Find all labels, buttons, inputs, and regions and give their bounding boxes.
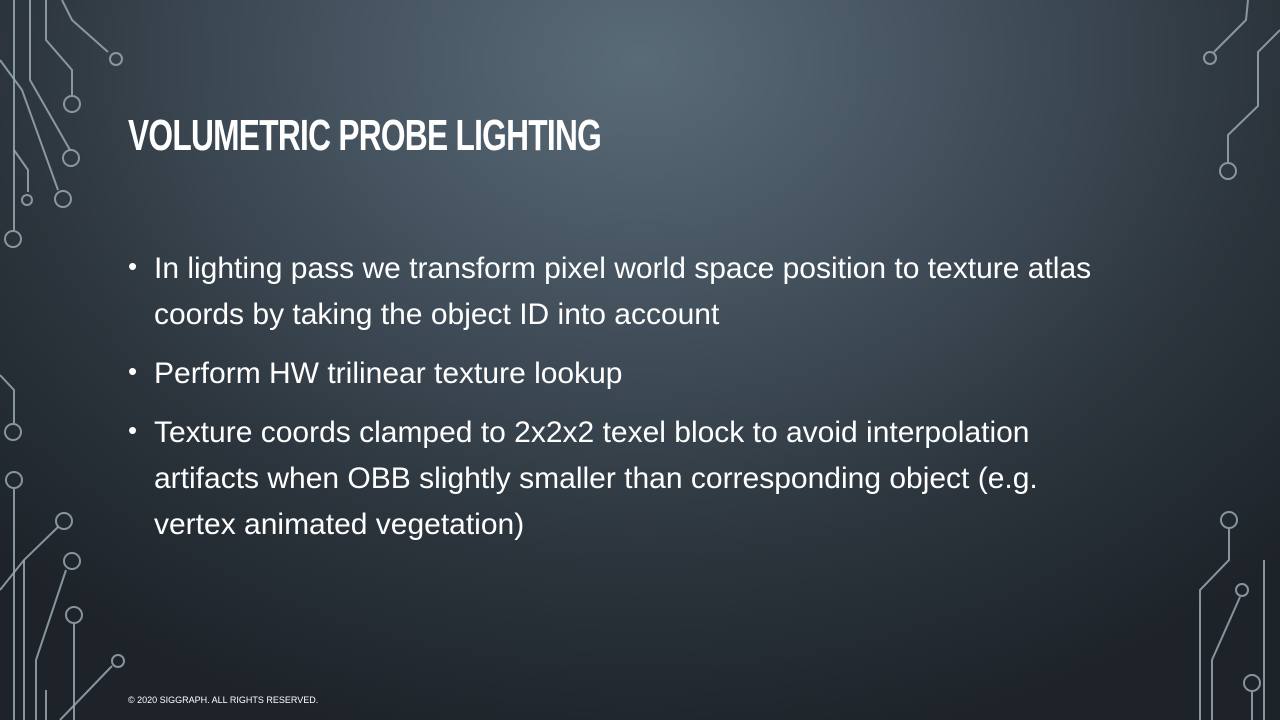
bullet-text: Texture coords clamped to 2x2x2 texel bl… (154, 416, 1038, 541)
bullet-item: • Perform HW trilinear texture lookup (128, 351, 1118, 397)
right-circuit-decoration-icon (1199, 0, 1280, 720)
bullet-text: In lighting pass we transform pixel worl… (154, 252, 1092, 331)
left-circuit-decoration-icon (0, 0, 125, 720)
bullet-list: • In lighting pass we transform pixel wo… (128, 246, 1118, 561)
bullet-item: • In lighting pass we transform pixel wo… (128, 246, 1118, 338)
bullet-dot-icon: • (128, 356, 138, 386)
bullet-dot-icon: • (128, 251, 138, 281)
bullet-dot-icon: • (128, 415, 138, 445)
slide-title: Volumetric Probe Lighting (128, 111, 602, 160)
slide: Volumetric Probe Lighting • In lighting … (0, 0, 1280, 720)
bullet-item: • Texture coords clamped to 2x2x2 texel … (128, 410, 1118, 548)
copyright-footer: © 2020 SIGGRAPH. ALL RIGHTS RESERVED. (128, 695, 319, 705)
bullet-text: Perform HW trilinear texture lookup (154, 357, 623, 390)
